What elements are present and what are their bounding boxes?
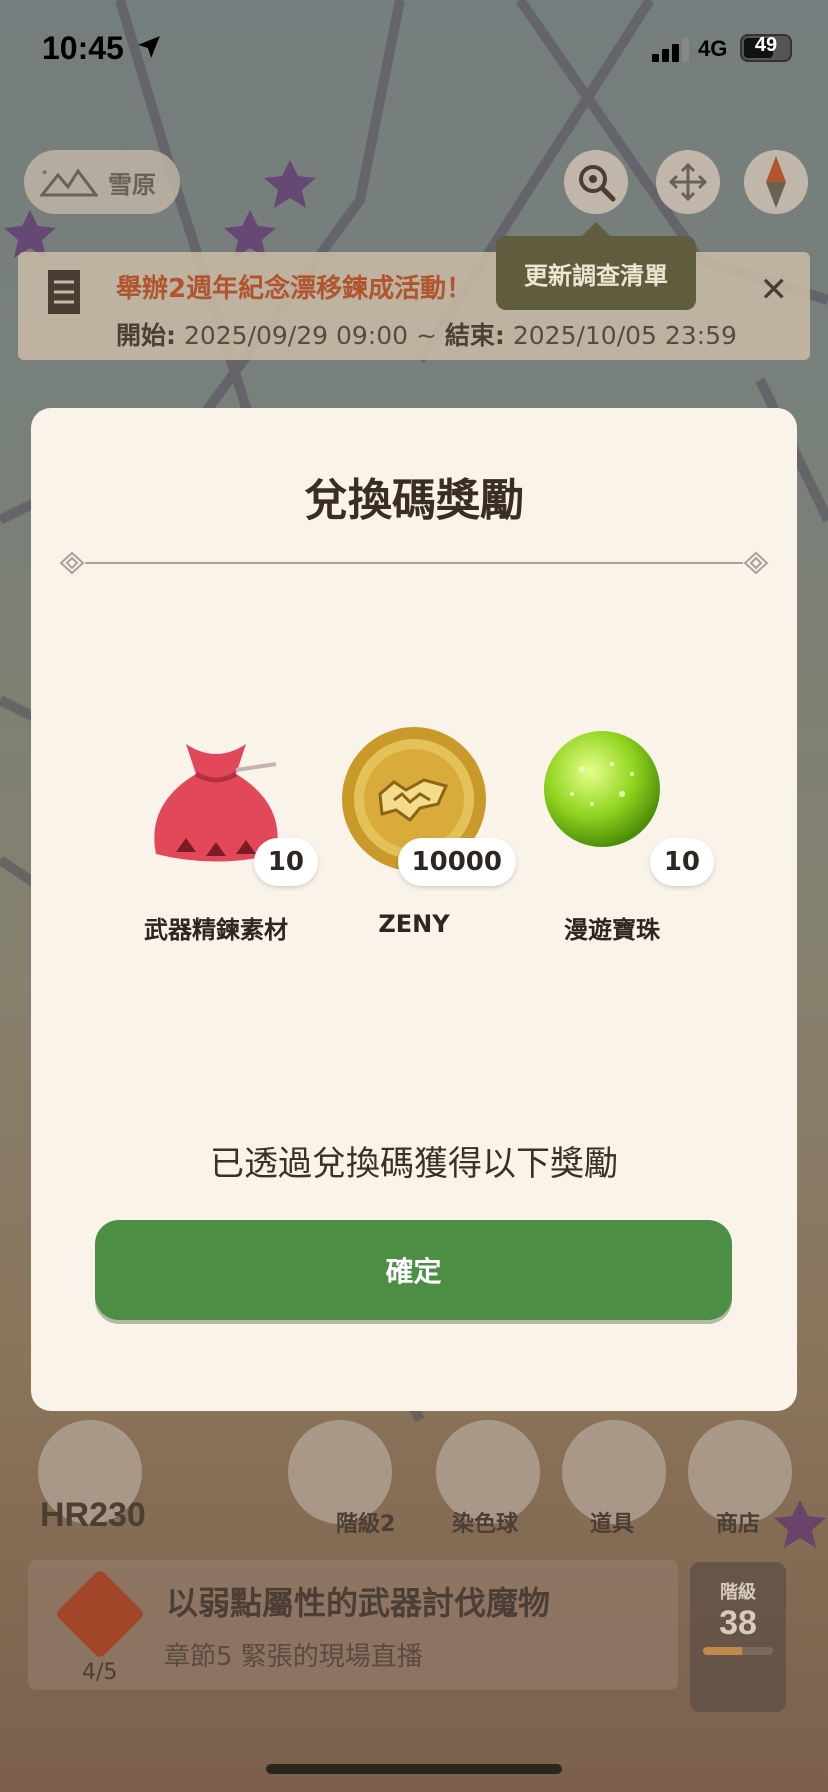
close-icon[interactable]: ✕ [760, 270, 789, 310]
rank-value: 38 [719, 1604, 757, 1642]
hr-prefix: HR [40, 1496, 90, 1534]
hr-value: 230 [89, 1496, 146, 1534]
quest-icon [54, 1568, 146, 1660]
paintball-label: 染色球 [452, 1512, 519, 1537]
reward-count: 10000 [397, 838, 516, 886]
shop-label: 商店 [716, 1512, 761, 1537]
rank-label: 階級 [720, 1582, 756, 1603]
dialog-message: 已透過兌換碼獲得以下獎勵 [210, 1144, 618, 1184]
survey-search-icon [579, 165, 616, 202]
move-button[interactable] [656, 150, 720, 214]
survey-tooltip: 更新調查清單 [496, 222, 696, 310]
battery-icon: 49 [740, 34, 792, 62]
reward-item: 10 漫遊寶珠 [517, 724, 714, 945]
event-start: 2025/09/29 09:00 [183, 321, 409, 350]
notice-board-icon [48, 270, 80, 314]
ornament-divider [59, 551, 769, 575]
event-dates: 開始: 2025/09/29 09:00 ~ 結束: 2025/10/05 23… [116, 316, 737, 352]
confirm-button[interactable]: 確定 [95, 1220, 732, 1320]
svg-text:*: * [42, 169, 48, 180]
reward-name: 武器精鍊素材 [144, 916, 288, 944]
event-title: 舉辦2週年紀念漂移鍊成活動！ [116, 274, 473, 304]
quest-subtitle: 章節5 緊張的現場直播 [164, 1642, 423, 1672]
status-time: 10:45 [42, 30, 124, 66]
rank-card[interactable]: 階級 38 [690, 1562, 786, 1712]
reward-count: 10 [253, 838, 318, 886]
hunter-rank: HR230 [40, 1496, 146, 1535]
redeem-reward-dialog: 兌換碼獎勵 10 武器精鍊素材 10000 ZENY 10 漫遊寶珠 已透過兌換… [31, 408, 797, 1411]
reward-count: 10 [649, 838, 714, 886]
survey-search-button[interactable] [564, 150, 628, 214]
reward-item: 10000 ZENY [319, 724, 516, 938]
event-end-label: 結束: [444, 321, 505, 350]
region-label: 雪原 [108, 170, 156, 199]
quest-title: 以弱點屬性的武器討伐魔物 [166, 1584, 551, 1622]
event-separator: ~ [416, 321, 437, 350]
items-label: 道具 [590, 1512, 635, 1537]
region-chip[interactable]: * 雪原 [24, 150, 180, 214]
dialog-title: 兌換碼獎勵 [304, 475, 524, 526]
location-arrow-icon [138, 36, 160, 58]
status-bar: 10:45 4G 49 [0, 0, 828, 100]
cellular-signal-icon [652, 38, 689, 62]
weapon-grade-label: 階級2 [336, 1512, 396, 1537]
quest-card[interactable]: 4/5 以弱點屬性的武器討伐魔物 章節5 緊張的現場直播 [28, 1560, 678, 1690]
reward-item: 10 武器精鍊素材 [121, 724, 318, 945]
compass-button[interactable] [744, 150, 808, 214]
rank-progress-bar [703, 1647, 773, 1655]
battery-level: 49 [754, 34, 778, 56]
mountain-icon: * [40, 168, 98, 197]
reward-name: ZENY [378, 910, 450, 938]
move-arrows-icon [668, 162, 708, 202]
event-end: 2025/10/05 23:59 [512, 321, 737, 350]
home-indicator[interactable] [266, 1764, 562, 1774]
quest-progress: 4/5 [82, 1660, 118, 1685]
compass-icon [766, 156, 786, 208]
event-start-label: 開始: [116, 321, 176, 350]
network-type: 4G [698, 36, 728, 61]
reward-name: 漫遊寶珠 [564, 916, 660, 944]
